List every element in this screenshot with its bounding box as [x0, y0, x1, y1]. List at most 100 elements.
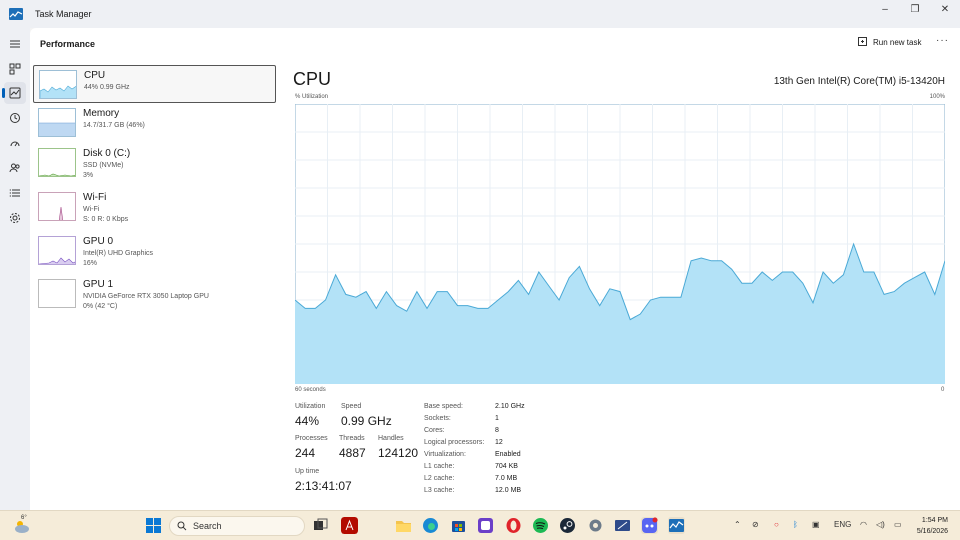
disk-thumbnail: [38, 148, 76, 177]
main-panel: Performance Run new task ··· CPU 44% 0.9…: [9, 28, 960, 530]
device-name: Disk 0 (C:): [83, 148, 131, 159]
window-title: Task Manager: [35, 9, 92, 19]
detail-value: 7.0 MB: [495, 475, 518, 482]
acrobat-icon[interactable]: [341, 517, 358, 534]
device-wifi[interactable]: Wi-Fi Wi-Fi S: 0 R: 0 Kbps: [33, 188, 276, 226]
battery-icon[interactable]: ▭: [894, 520, 902, 529]
device-gpu1[interactable]: GPU 1 NVIDIA GeForce RTX 3050 Laptop GPU…: [33, 275, 276, 313]
spotify-icon[interactable]: [532, 517, 549, 534]
clock-time: 1:54 PM: [921, 517, 948, 524]
detail-value: 8: [495, 427, 499, 434]
weather-widget[interactable]: 6°: [12, 515, 32, 536]
bluetooth-icon[interactable]: ᛒ: [793, 520, 798, 529]
processes-value: 244: [295, 446, 316, 460]
max-percent-label: 100%: [929, 94, 945, 100]
tray-opera-icon[interactable]: ○: [774, 520, 779, 529]
language-indicator[interactable]: ENG: [834, 520, 851, 529]
device-detail: NVIDIA GeForce RTX 3050 Laptop GPU: [83, 293, 209, 300]
device-detail: Intel(R) UHD Graphics: [83, 250, 154, 257]
taskbar: 6° Search ⌃ ⊘ ○ ᛒ ▣ ENG ◠ ◁) ▭ 1:54 PM 5…: [0, 510, 960, 540]
device-name: Wi-Fi: [83, 192, 107, 203]
device-gpu0[interactable]: GPU 0 Intel(R) UHD Graphics 16%: [33, 232, 276, 270]
app-purple-icon[interactable]: [477, 517, 494, 534]
device-disk[interactable]: Disk 0 (C:) SSD (NVMe) 3%: [33, 144, 276, 182]
nav-rail: [0, 28, 30, 510]
device-detail: 14.7/31.7 GB (46%): [83, 122, 145, 129]
system-clock[interactable]: 1:54 PM 5/16/2026: [917, 515, 948, 537]
tray-mute-icon[interactable]: ⊘: [752, 520, 759, 529]
device-detail: Wi-Fi: [83, 206, 100, 213]
search-placeholder: Search: [193, 521, 222, 531]
performance-icon[interactable]: [2, 82, 26, 104]
utilization-value: 44%: [295, 414, 320, 428]
clock-date: 5/16/2026: [916, 528, 948, 535]
task-manager-taskbar-icon[interactable]: [668, 517, 685, 534]
search-icon: [177, 521, 187, 531]
cpu-model: 13th Gen Intel(R) Core(TM) i5-13420H: [773, 76, 945, 87]
detail-value: 1: [495, 415, 499, 422]
discord-icon[interactable]: [641, 517, 658, 534]
tray-app-icon[interactable]: ▣: [812, 520, 820, 529]
taskbar-search-box[interactable]: Search: [169, 516, 305, 536]
opera-icon[interactable]: [505, 517, 522, 534]
steam-icon[interactable]: [559, 517, 576, 534]
close-button[interactable]: ✕: [930, 0, 960, 18]
detail-value: 12.0 MB: [495, 487, 522, 494]
cpu-heading: CPU: [293, 69, 332, 89]
device-name: CPU: [84, 70, 106, 81]
device-usage: 16%: [83, 260, 98, 267]
detail-key: L1 cache:: [424, 463, 455, 470]
device-cpu[interactable]: CPU 44% 0.99 GHz: [33, 65, 276, 103]
windows-start-icon[interactable]: [145, 517, 162, 534]
device-detail: 44% 0.99 GHz: [84, 84, 130, 91]
weather-temp: 6°: [21, 515, 27, 521]
detail-key: Sockets:: [424, 415, 451, 422]
processes-icon[interactable]: [4, 58, 26, 80]
speed-label: Speed: [341, 403, 362, 410]
cpu-thumbnail: [39, 70, 77, 99]
detail-key: L2 cache:: [424, 475, 455, 482]
tray-overflow-chevron-icon[interactable]: ⌃: [734, 520, 741, 529]
edge-icon[interactable]: [422, 517, 439, 534]
snipping-tool-icon[interactable]: [614, 517, 631, 534]
threads-label: Threads: [339, 435, 365, 442]
handles-label: Handles: [378, 435, 404, 442]
threads-value: 4887: [339, 446, 366, 460]
app-history-icon[interactable]: [4, 107, 26, 129]
memory-thumbnail: [38, 108, 76, 137]
speed-value: 0.99 GHz: [341, 414, 392, 428]
device-usage: 0% (42 °C): [83, 303, 118, 310]
detail-value: 12: [495, 439, 503, 446]
store-icon[interactable]: [450, 517, 467, 534]
settings-app-icon[interactable]: [587, 517, 604, 534]
detail-value: 704 KB: [495, 463, 518, 470]
detail-key: Virtualization:: [424, 451, 466, 458]
details-icon[interactable]: [4, 182, 26, 204]
maximize-button[interactable]: ❐: [900, 0, 930, 18]
run-new-task-button[interactable]: Run new task: [858, 37, 921, 47]
device-name: GPU 0: [83, 236, 114, 247]
hamburger-menu-icon[interactable]: [4, 33, 26, 55]
wifi-icon[interactable]: ◠: [860, 520, 867, 529]
cpu-utilization-graph: [295, 104, 945, 384]
device-detail: SSD (NVMe): [83, 162, 124, 169]
device-name: Memory: [83, 108, 120, 119]
uptime-label: Up time: [295, 468, 320, 475]
device-throughput: S: 0 R: 0 Kbps: [83, 216, 129, 223]
task-view-icon[interactable]: [312, 517, 329, 534]
processes-label: Processes: [295, 435, 328, 442]
detail-key: Base speed:: [424, 403, 463, 410]
utilization-axis-label: % Utilization: [295, 94, 329, 100]
users-icon[interactable]: [4, 157, 26, 179]
detail-value: 2.10 GHz: [495, 403, 525, 410]
detail-key: Logical processors:: [424, 439, 485, 446]
title-bar: Task Manager – ❐ ✕: [0, 0, 960, 28]
volume-icon[interactable]: ◁): [876, 520, 885, 529]
task-manager-icon: [9, 8, 23, 20]
minimize-button[interactable]: –: [870, 0, 900, 18]
file-explorer-icon[interactable]: [395, 517, 412, 534]
more-options-button[interactable]: ···: [936, 35, 949, 46]
startup-apps-icon[interactable]: [4, 132, 26, 154]
device-memory[interactable]: Memory 14.7/31.7 GB (46%): [33, 104, 276, 142]
services-icon[interactable]: [4, 207, 26, 229]
